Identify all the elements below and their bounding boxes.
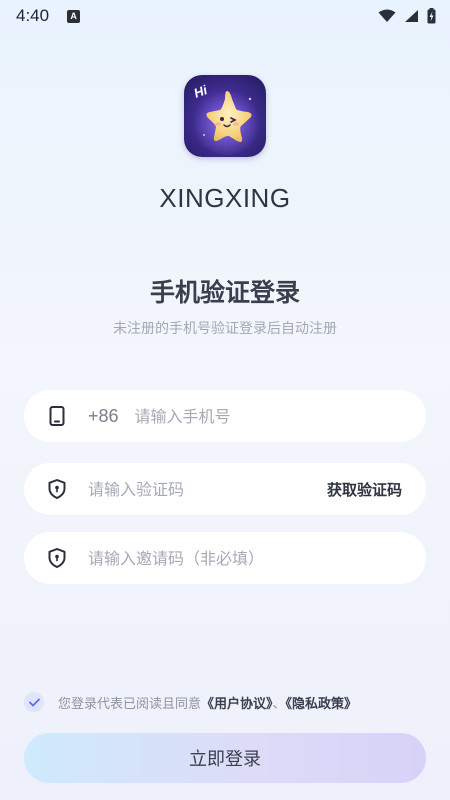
get-code-button[interactable]: 获取验证码	[327, 479, 402, 500]
cellular-signal-icon	[405, 10, 418, 22]
page-title: 手机验证登录	[149, 278, 300, 307]
country-code[interactable]: +86	[88, 406, 119, 427]
login-button[interactable]: 立即登录	[24, 733, 426, 783]
invite-code-input[interactable]	[88, 548, 402, 568]
app-logo: Hi	[184, 75, 266, 157]
status-icons	[378, 8, 436, 24]
agreement-separator: 、	[272, 696, 286, 712]
verification-code-field[interactable]: 获取验证码	[24, 463, 426, 515]
invite-code-field[interactable]	[24, 532, 426, 584]
agreement-text: 您登录代表已阅读且同意《用户协议》、《隐私政策》	[58, 693, 357, 712]
agreement-checkbox[interactable]	[24, 692, 44, 712]
battery-charging-icon	[427, 8, 436, 24]
phone-icon	[46, 405, 68, 427]
wifi-icon	[378, 9, 396, 22]
brand-name: XINGXING	[159, 183, 291, 213]
check-icon	[28, 698, 40, 706]
phone-input[interactable]	[134, 406, 402, 426]
agreement-prefix: 您登录代表已阅读且同意	[58, 696, 202, 712]
agreement-row: 您登录代表已阅读且同意《用户协议》、《隐私政策》	[24, 692, 357, 712]
shield-lock-icon	[46, 547, 68, 569]
page-subtitle: 未注册的手机号验证登录后自动注册	[113, 321, 337, 337]
status-time: 4:40	[16, 6, 50, 25]
user-agreement-link[interactable]: 《用户协议》	[201, 697, 273, 712]
phone-field[interactable]: +86	[24, 390, 426, 442]
status-bar: 4:40 A	[0, 0, 450, 32]
privacy-policy-link[interactable]: 《隐私政策》	[286, 697, 358, 712]
shield-lock-icon	[46, 478, 68, 500]
notification-app-icon: A	[67, 9, 81, 23]
verification-code-input[interactable]	[88, 479, 327, 499]
